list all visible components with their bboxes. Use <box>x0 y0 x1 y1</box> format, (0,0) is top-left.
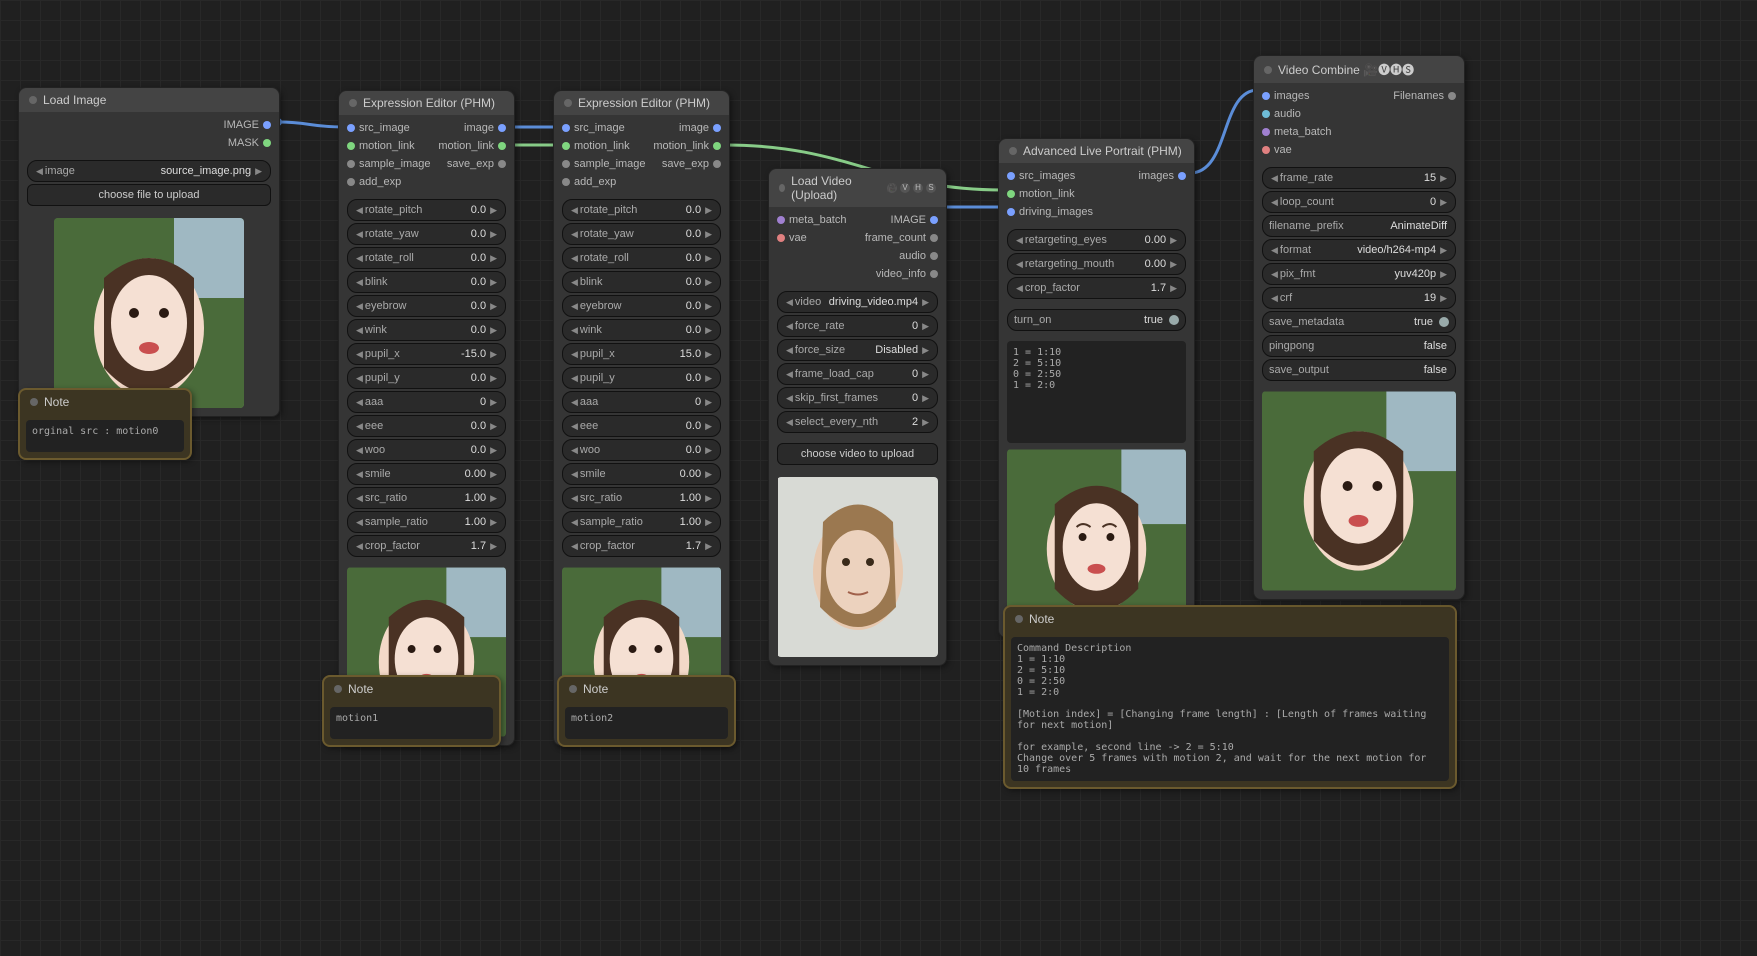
node-video-combine[interactable]: Video Combine 🎥🅥🅗🅢 imagesFilenames audio… <box>1253 55 1465 600</box>
param-eyebrow[interactable]: ◀eyebrow0.0▶ <box>347 295 506 317</box>
param-pupil_x[interactable]: ◀pupil_x15.0▶ <box>562 343 721 365</box>
param-sample_ratio[interactable]: ◀sample_ratio1.00▶ <box>562 511 721 533</box>
preview-video <box>777 477 938 657</box>
param-pix_fmt[interactable]: ◀pix_fmtyuv420p▶ <box>1262 263 1456 285</box>
param-rotate_pitch[interactable]: ◀rotate_pitch0.0▶ <box>347 199 506 221</box>
param-wink[interactable]: ◀wink0.0▶ <box>347 319 506 341</box>
param-eee[interactable]: ◀eee0.0▶ <box>562 415 721 437</box>
upload-video-button[interactable]: choose video to upload <box>777 443 938 465</box>
param-retargeting_mouth[interactable]: ◀retargeting_mouth0.00▶ <box>1007 253 1186 275</box>
param-format[interactable]: ◀formatvideo/h264-mp4▶ <box>1262 239 1456 261</box>
param-aaa[interactable]: ◀aaa0▶ <box>347 391 506 413</box>
param-sample_ratio[interactable]: ◀sample_ratio1.00▶ <box>347 511 506 533</box>
node-load-image[interactable]: Load Image IMAGE MASK ◀imagesource_image… <box>18 87 280 417</box>
param-rotate_yaw[interactable]: ◀rotate_yaw0.0▶ <box>562 223 721 245</box>
param-video[interactable]: ◀videodriving_video.mp4▶ <box>777 291 938 313</box>
node-note-0[interactable]: Note orginal src : motion0 <box>18 388 192 460</box>
param-frame_rate[interactable]: ◀frame_rate15▶ <box>1262 167 1456 189</box>
param-woo[interactable]: ◀woo0.0▶ <box>562 439 721 461</box>
node-note-1[interactable]: Note motion1 <box>322 675 501 747</box>
note-text[interactable]: orginal src : motion0 <box>26 420 184 452</box>
param-src_ratio[interactable]: ◀src_ratio1.00▶ <box>347 487 506 509</box>
param-filename-prefix[interactable]: filename_prefixAnimateDiff <box>1262 215 1456 237</box>
param-wink[interactable]: ◀wink0.0▶ <box>562 319 721 341</box>
node-note-2[interactable]: Note motion2 <box>557 675 736 747</box>
vhs-icons: 🎥VHS <box>887 183 936 193</box>
param-pupil_y[interactable]: ◀pupil_y0.0▶ <box>347 367 506 389</box>
param-woo[interactable]: ◀woo0.0▶ <box>347 439 506 461</box>
param-smile[interactable]: ◀smile0.00▶ <box>347 463 506 485</box>
param-crf[interactable]: ◀crf19▶ <box>1262 287 1456 309</box>
preview-image <box>54 218 244 408</box>
toggle-save_output[interactable]: save_outputfalse <box>1262 359 1456 381</box>
param-eyebrow[interactable]: ◀eyebrow0.0▶ <box>562 295 721 317</box>
param-crop_factor[interactable]: ◀crop_factor1.7▶ <box>347 535 506 557</box>
param-crop_factor[interactable]: ◀crop_factor1.7▶ <box>562 535 721 557</box>
param-skip_first_frames[interactable]: ◀skip_first_frames0▶ <box>777 387 938 409</box>
param-rotate_roll[interactable]: ◀rotate_roll0.0▶ <box>562 247 721 269</box>
param-blink[interactable]: ◀blink0.0▶ <box>347 271 506 293</box>
upload-button[interactable]: choose file to upload <box>27 184 271 206</box>
param-force_size[interactable]: ◀force_sizeDisabled▶ <box>777 339 938 361</box>
node-expr-2[interactable]: Expression Editor (PHM) src_imageimage m… <box>553 90 730 746</box>
node-note-3[interactable]: Note Command Description 1 = 1:10 2 = 5:… <box>1003 605 1457 789</box>
param-rotate_pitch[interactable]: ◀rotate_pitch0.0▶ <box>562 199 721 221</box>
node-title[interactable]: Load Image <box>19 88 279 112</box>
node-expr-1[interactable]: Expression Editor (PHM) src_imageimage m… <box>338 90 515 746</box>
param-pupil_x[interactable]: ◀pupil_x-15.0▶ <box>347 343 506 365</box>
param-rotate_roll[interactable]: ◀rotate_roll0.0▶ <box>347 247 506 269</box>
command-text[interactable]: 1 = 1:10 2 = 5:10 0 = 2:50 1 = 2:0 <box>1007 341 1186 443</box>
image-selector[interactable]: ◀imagesource_image.png▶ <box>27 160 271 182</box>
node-load-video[interactable]: Load Video (Upload)🎥VHS meta_batchIMAGE … <box>768 168 947 666</box>
param-blink[interactable]: ◀blink0.0▶ <box>562 271 721 293</box>
param-rotate_yaw[interactable]: ◀rotate_yaw0.0▶ <box>347 223 506 245</box>
toggle-pingpong[interactable]: pingpongfalse <box>1262 335 1456 357</box>
param-smile[interactable]: ◀smile0.00▶ <box>562 463 721 485</box>
param-aaa[interactable]: ◀aaa0▶ <box>562 391 721 413</box>
preview-image <box>1007 449 1186 629</box>
param-select_every_nth[interactable]: ◀select_every_nth2▶ <box>777 411 938 433</box>
param-loop_count[interactable]: ◀loop_count0▶ <box>1262 191 1456 213</box>
param-retargeting_eyes[interactable]: ◀retargeting_eyes0.00▶ <box>1007 229 1186 251</box>
param-src_ratio[interactable]: ◀src_ratio1.00▶ <box>562 487 721 509</box>
param-frame_load_cap[interactable]: ◀frame_load_cap0▶ <box>777 363 938 385</box>
param-pupil_y[interactable]: ◀pupil_y0.0▶ <box>562 367 721 389</box>
param-eee[interactable]: ◀eee0.0▶ <box>347 415 506 437</box>
node-alp[interactable]: Advanced Live Portrait (PHM) src_imagesi… <box>998 138 1195 638</box>
param-crop_factor[interactable]: ◀crop_factor1.7▶ <box>1007 277 1186 299</box>
preview-output <box>1262 391 1456 591</box>
toggle-save_metadata[interactable]: save_metadatatrue <box>1262 311 1456 333</box>
toggle-turn-on[interactable]: turn_ontrue <box>1007 309 1186 331</box>
param-force_rate[interactable]: ◀force_rate0▶ <box>777 315 938 337</box>
